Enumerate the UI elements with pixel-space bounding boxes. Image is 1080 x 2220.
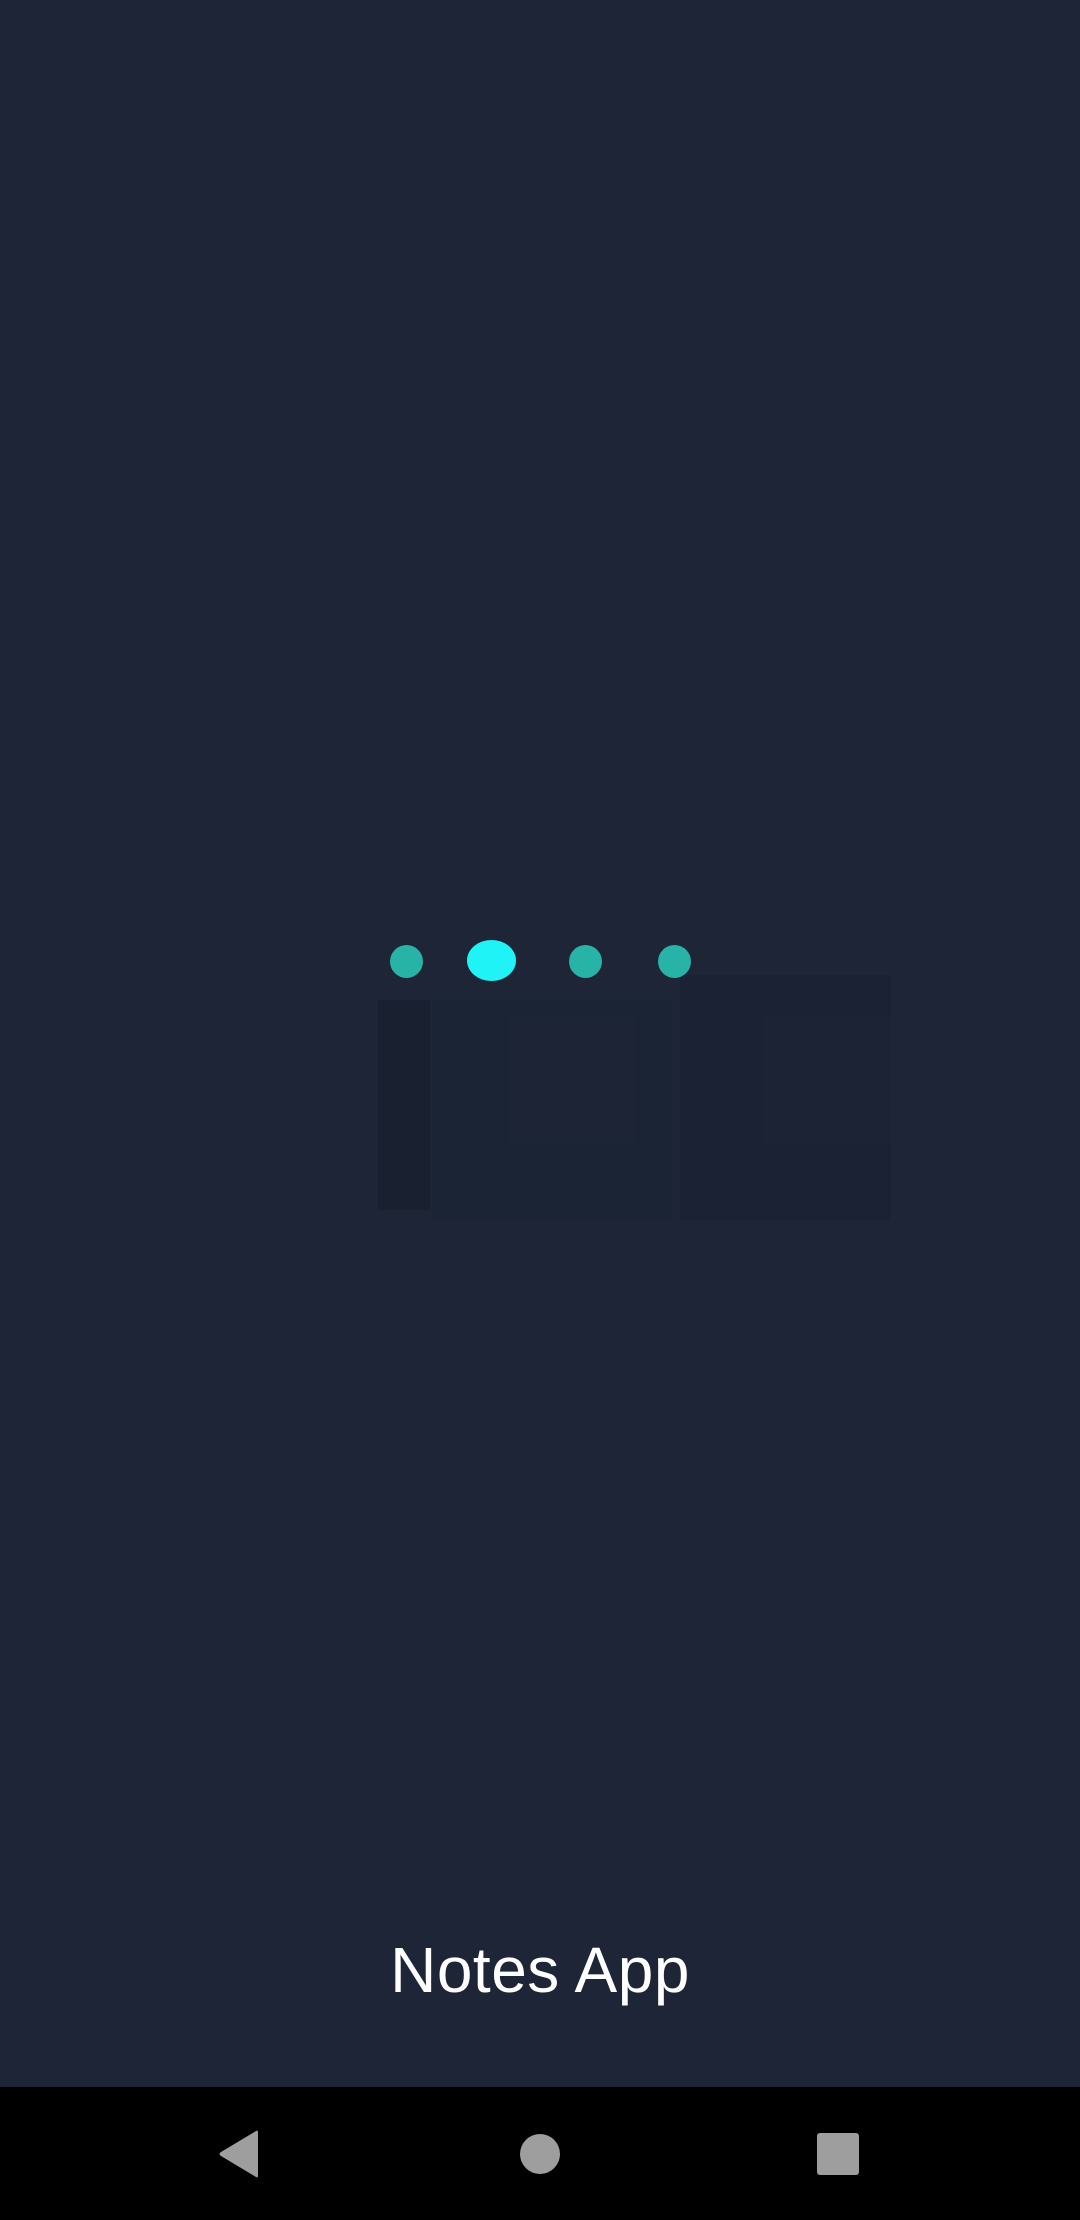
loading-dot <box>569 945 602 978</box>
back-triangle-icon <box>218 2130 262 2178</box>
loading-indicator <box>0 0 1080 2087</box>
splash-screen: Notes App <box>0 0 1080 2220</box>
loading-dot-active <box>467 940 516 981</box>
home-circle-icon <box>519 2133 561 2175</box>
loading-dot <box>658 945 691 978</box>
recents-square-icon <box>817 2132 859 2175</box>
nav-recents-button[interactable] <box>758 2087 918 2220</box>
loading-dot <box>390 945 423 978</box>
app-content-area: Notes App <box>0 0 1080 2087</box>
nav-home-button[interactable] <box>460 2087 620 2220</box>
nav-back-button[interactable] <box>160 2087 320 2220</box>
app-title: Notes App <box>390 1934 690 2006</box>
